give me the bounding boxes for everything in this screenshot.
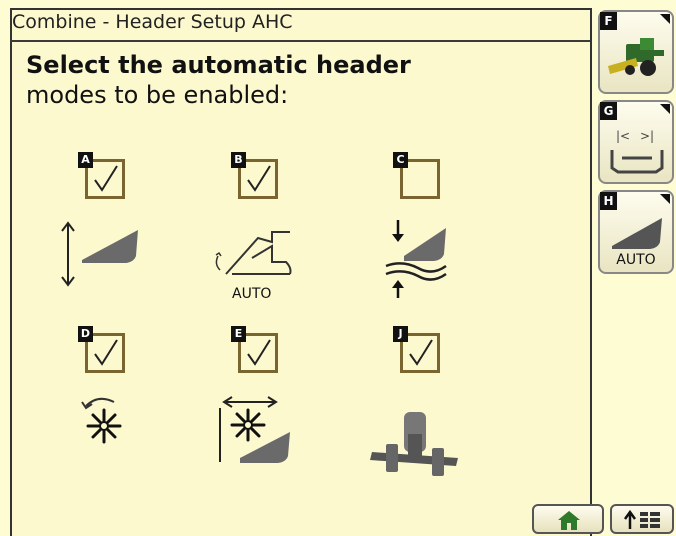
corner-marker: [660, 14, 670, 24]
checkmark-icon: [409, 339, 433, 366]
checkmark-icon: [247, 165, 271, 192]
combine-view-button[interactable]: F: [598, 10, 674, 94]
mode-b-auto-label: AUTO: [232, 286, 271, 302]
checkbox-option-d[interactable]: D: [78, 326, 128, 376]
auto-header-icon: [612, 218, 662, 249]
corner-marker: [660, 194, 670, 204]
window-title: Combine - Header Setup AHC: [12, 11, 293, 33]
instructions-line1: Select the automatic header: [26, 51, 411, 79]
instructions-line2: modes to be enabled:: [26, 81, 289, 109]
combine-icon: [608, 38, 664, 76]
menu-list-icon: [623, 509, 660, 529]
checkbox-option-e[interactable]: E: [231, 326, 281, 376]
checkbox-option-j[interactable]: J: [393, 326, 443, 376]
side-button-tag: F: [600, 12, 617, 30]
reel-position-icon: [81, 397, 122, 444]
ground-follow-icon: [385, 220, 447, 298]
corner-marker: [660, 104, 670, 114]
svg-text:|<: |<: [616, 129, 630, 143]
menu-button[interactable]: [610, 504, 674, 534]
auto-header-label: AUTO: [616, 252, 656, 268]
height-mode-icon: [61, 221, 138, 287]
home-icon: [558, 511, 580, 530]
checkmark-icon: [94, 165, 118, 192]
svg-text:>|: >|: [640, 129, 654, 143]
screen: Combine - Header Setup AHC Select the au…: [0, 0, 676, 536]
side-button-tag: H: [600, 192, 617, 210]
checkmark-icon: [247, 339, 271, 366]
checkbox-option-b[interactable]: B: [231, 152, 281, 202]
checkbox-option-c[interactable]: C: [393, 152, 443, 202]
lateral-tilt-icon: [370, 412, 458, 476]
checkbox-option-a[interactable]: A: [78, 152, 128, 202]
home-button[interactable]: [532, 504, 604, 534]
side-button-tag: G: [600, 102, 617, 120]
terrain-auto-icon: AUTO: [215, 231, 292, 302]
title-divider: [10, 40, 590, 42]
header-width-button[interactable]: G |< >|: [598, 100, 674, 184]
header-width-icon: |< >|: [610, 129, 664, 174]
option-tag: C: [393, 152, 408, 168]
auto-header-button[interactable]: H AUTO: [598, 190, 674, 274]
reel-fore-aft-icon: [219, 396, 290, 463]
checkmark-icon: [94, 339, 118, 366]
instructions: Select the automatic header modes to be …: [26, 50, 411, 110]
